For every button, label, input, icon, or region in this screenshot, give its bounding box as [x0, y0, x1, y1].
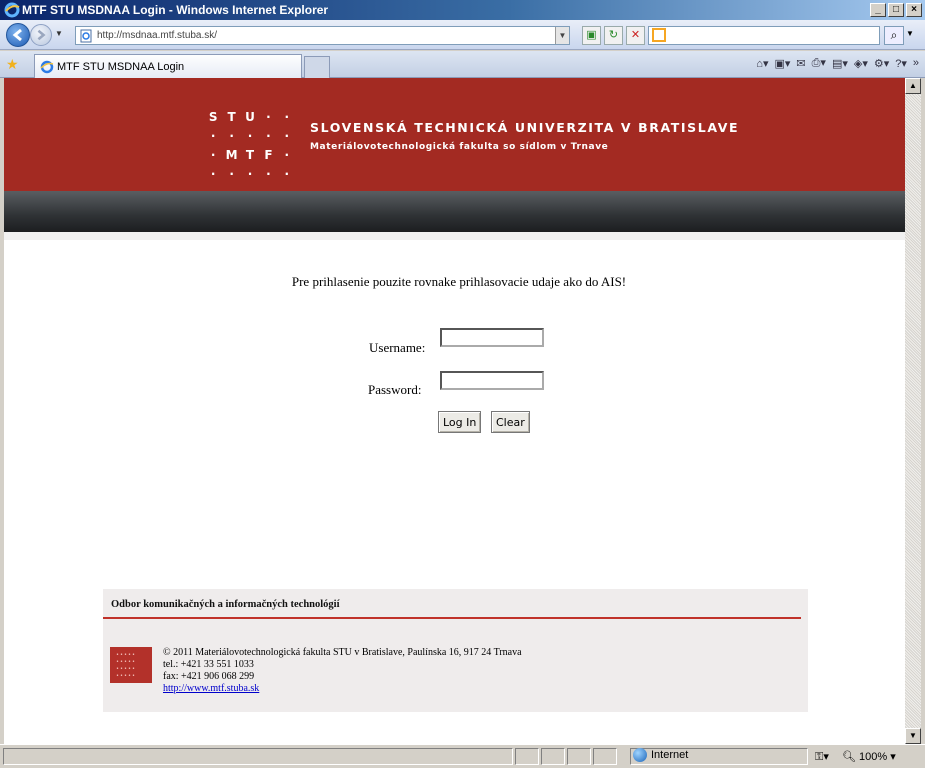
footer: Odbor komunikačných a informačných techn…: [103, 589, 808, 712]
address-bar[interactable]: http://msdnaa.mtf.stuba.sk/ ▼: [75, 26, 570, 45]
status-pane: [515, 748, 539, 765]
status-pane: [541, 748, 565, 765]
window-titlebar: MTF STU MSDNAA Login - Windows Internet …: [0, 0, 925, 20]
mail-icon[interactable]: ✉: [796, 57, 805, 70]
home-icon[interactable]: ⌂▾: [756, 57, 768, 70]
more-commands-icon[interactable]: »: [913, 57, 919, 69]
zoom-dropdown-icon: ▾: [890, 751, 896, 763]
vertical-scrollbar[interactable]: ▲ ▼: [905, 78, 921, 744]
username-field[interactable]: [440, 328, 544, 347]
university-name: SLOVENSKÁ TECHNICKÁ UNIVERZITA V BRATISL…: [310, 120, 740, 135]
safety-menu-icon[interactable]: ◈▾: [854, 57, 868, 70]
address-url[interactable]: http://msdnaa.mtf.stuba.sk/: [97, 30, 217, 41]
search-options-dropdown-icon[interactable]: ▼: [906, 29, 914, 38]
footer-tel: tel.: +421 33 551 1033: [163, 659, 254, 670]
address-dropdown-icon[interactable]: ▼: [555, 27, 569, 44]
stop-icon[interactable]: ✕: [626, 26, 645, 45]
username-label: Username:: [369, 340, 426, 355]
password-field[interactable]: [440, 371, 544, 390]
back-button[interactable]: [6, 23, 30, 47]
protected-mode-icon[interactable]: ⚿▾: [815, 750, 829, 764]
window-title: MTF STU MSDNAA Login - Windows Internet …: [22, 3, 329, 17]
help-menu-icon[interactable]: ?▾: [895, 57, 907, 70]
site-header: S T U · · · · · · · · M T F · · · · · · SLOVENSKÁ TECHNI…: [4, 78, 905, 191]
compatibility-view-icon[interactable]: ▣: [582, 26, 601, 45]
search-icon[interactable]: ⌕: [884, 26, 904, 45]
minimize-button[interactable]: _: [870, 3, 886, 17]
globe-icon: [633, 748, 647, 762]
recent-pages-dropdown-icon[interactable]: ▼: [55, 29, 63, 38]
footer-logo: ••••• ••••• ••••• •••••: [110, 647, 152, 683]
footer-logo-dots: ••••• ••••• ••••• •••••: [116, 652, 137, 679]
zoom-control[interactable]: 🔍︎ 100% ▾: [842, 750, 896, 763]
feeds-icon[interactable]: ▣▾: [774, 57, 790, 70]
zone-label: Internet: [651, 749, 689, 761]
zoom-level: 100%: [859, 751, 888, 763]
command-bar: ⌂▾ ▣▾ ✉ ⎙▾ ▤▾ ◈▾ ⚙▾ ?▾ »: [756, 56, 919, 70]
footer-copyright: © 2011 Materiálovotechnologická fakulta …: [163, 647, 522, 658]
search-input[interactable]: [648, 26, 880, 45]
faculty-name: Materiálovotechnologická fakulta so sídl…: [310, 142, 609, 152]
forward-arrow-icon: [37, 29, 46, 41]
footer-website-link[interactable]: http://www.mtf.stuba.sk: [163, 683, 259, 694]
login-notice: Pre prihlasenie pouzite rovnake prihlaso…: [291, 274, 627, 289]
tab-page-icon: [40, 60, 54, 73]
login-button[interactable]: Log In: [438, 411, 482, 433]
close-button[interactable]: ×: [906, 3, 922, 17]
print-icon[interactable]: ⎙▾: [812, 56, 826, 70]
scroll-down-icon[interactable]: ▼: [905, 728, 921, 744]
tab-bar: ★ MTF STU MSDNAA Login ⌂▾ ▣▾ ✉ ⎙▾ ▤▾ ◈▾ …: [0, 51, 925, 78]
forward-button[interactable]: [30, 24, 52, 46]
password-label: Password:: [368, 382, 422, 397]
page-menu-icon[interactable]: ▤▾: [832, 57, 848, 70]
footer-fax: fax: +421 906 068 299: [163, 671, 255, 682]
page-icon: [80, 29, 92, 42]
new-tab-button[interactable]: [304, 56, 330, 78]
stu-mtf-logo: S T U · · · · · · · · M T F · · · · · ·: [208, 110, 290, 181]
header-separator: [4, 232, 905, 240]
tools-menu-icon[interactable]: ⚙▾: [874, 57, 889, 70]
page-viewport: S T U · · · · · · · · M T F · · · · · · SLOVENSKÁ TECHNI…: [4, 78, 905, 744]
header-dark-band: [4, 191, 905, 232]
navigation-bar: ▼ http://msdnaa.mtf.stuba.sk/ ▼ ▣ ↻ ✕ ⌕ …: [0, 20, 925, 50]
favorites-star-icon[interactable]: ★: [6, 56, 19, 73]
status-text-pane: [3, 748, 513, 765]
internet-explorer-icon: [4, 2, 20, 18]
tab-title: MTF STU MSDNAA Login: [57, 60, 185, 73]
footer-title: Odbor komunikačných a informačných techn…: [111, 599, 340, 610]
tab-current[interactable]: MTF STU MSDNAA Login: [34, 54, 302, 78]
status-pane: [593, 748, 617, 765]
back-arrow-icon: [12, 28, 22, 42]
footer-divider: [103, 617, 801, 619]
zoom-icon: 🔍︎: [842, 751, 856, 763]
footer-contact: © 2011 Materiálovotechnologická fakulta …: [163, 647, 522, 695]
maximize-button[interactable]: □: [888, 3, 904, 17]
refresh-icon[interactable]: ↻: [604, 26, 623, 45]
scroll-up-icon[interactable]: ▲: [905, 78, 921, 94]
status-bar: Internet ⚿▾ 🔍︎ 100% ▾: [0, 744, 925, 768]
search-provider-icon: [652, 28, 666, 42]
status-pane: [567, 748, 591, 765]
clear-button[interactable]: Clear: [491, 411, 530, 433]
security-zone[interactable]: Internet: [633, 748, 688, 762]
